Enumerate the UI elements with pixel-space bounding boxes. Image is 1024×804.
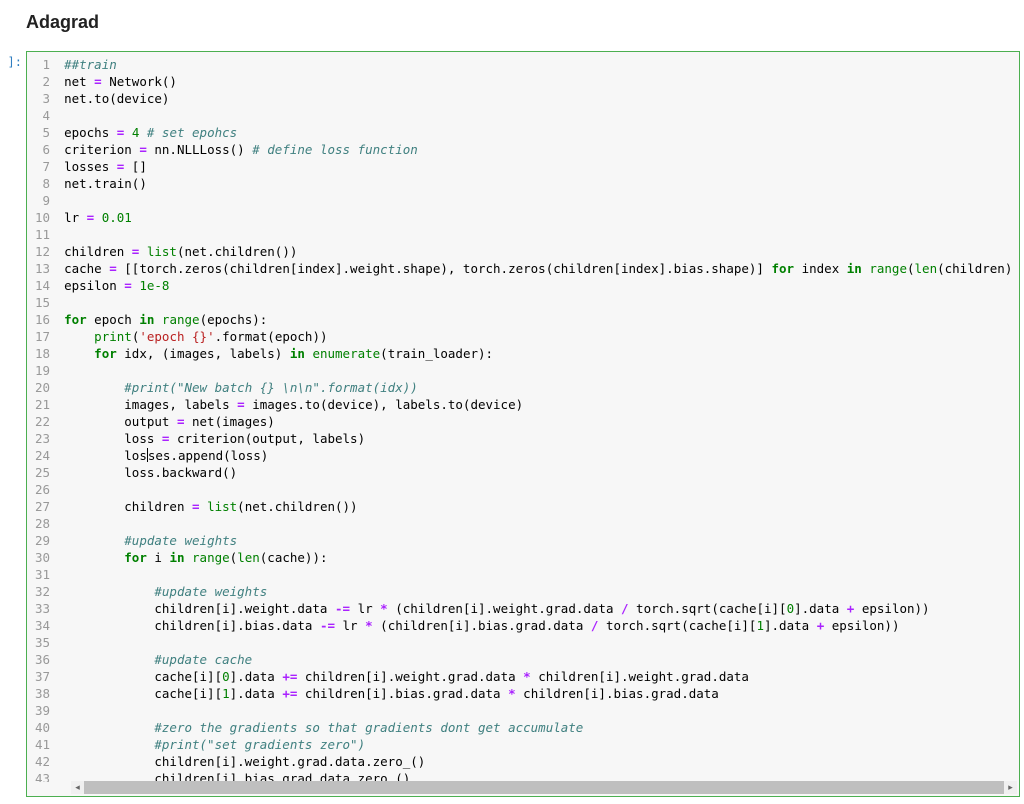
code-line[interactable]: losses.append(loss) (64, 447, 1013, 464)
code-line[interactable]: lr = 0.01 (64, 209, 1013, 226)
code-line[interactable]: children = list(net.children()) (64, 498, 1013, 515)
code-line[interactable]: epsilon = 1e-8 (64, 277, 1013, 294)
line-number: 13 (35, 260, 50, 277)
code-line[interactable]: children[i].bias.data -= lr * (children[… (64, 617, 1013, 634)
code-line[interactable]: net.to(device) (64, 90, 1013, 107)
code-line[interactable]: for i in range(len(cache)): (64, 549, 1013, 566)
line-number: 30 (35, 549, 50, 566)
line-number: 17 (35, 328, 50, 345)
code-line[interactable] (64, 107, 1013, 124)
line-number: 23 (35, 430, 50, 447)
line-number: 14 (35, 277, 50, 294)
line-number: 38 (35, 685, 50, 702)
code-line[interactable]: criterion = nn.NLLLoss() # define loss f… (64, 141, 1013, 158)
code-line[interactable]: print('epoch {}'.format(epoch)) (64, 328, 1013, 345)
line-number-gutter: 1234567891011121314151617181920212223242… (27, 52, 60, 782)
section-heading: Adagrad (26, 12, 1020, 33)
line-number: 11 (35, 226, 50, 243)
code-line[interactable]: cache = [[torch.zeros(children[index].we… (64, 260, 1013, 277)
line-number: 16 (35, 311, 50, 328)
code-line[interactable]: output = net(images) (64, 413, 1013, 430)
line-number: 22 (35, 413, 50, 430)
scrollbar-track[interactable] (84, 781, 1004, 794)
horizontal-scrollbar[interactable]: ◂ ▸ (71, 781, 1017, 794)
code-line[interactable]: #print("New batch {} \n\n".format(idx)) (64, 379, 1013, 396)
line-number: 9 (35, 192, 50, 209)
code-line[interactable]: children[i].weight.grad.data.zero_() (64, 753, 1013, 770)
code-line[interactable]: #update weights (64, 532, 1013, 549)
line-number: 2 (35, 73, 50, 90)
line-number: 19 (35, 362, 50, 379)
line-number: 34 (35, 617, 50, 634)
code-content[interactable]: ##trainnet = Network()net.to(device) epoc… (60, 52, 1019, 782)
code-line[interactable] (64, 294, 1013, 311)
scroll-left-arrow-icon[interactable]: ◂ (71, 781, 84, 794)
cell-prompt: ]: (0, 55, 22, 69)
line-number: 32 (35, 583, 50, 600)
code-line[interactable]: #print("set gradients zero") (64, 736, 1013, 753)
code-line[interactable] (64, 515, 1013, 532)
line-number: 15 (35, 294, 50, 311)
line-number: 18 (35, 345, 50, 362)
line-number: 43 (35, 770, 50, 782)
code-editor[interactable]: 1234567891011121314151617181920212223242… (27, 52, 1019, 782)
code-line[interactable]: cache[i][0].data += children[i].weight.g… (64, 668, 1013, 685)
code-line[interactable] (64, 226, 1013, 243)
code-line[interactable]: children = list(net.children()) (64, 243, 1013, 260)
code-line[interactable] (64, 192, 1013, 209)
code-line[interactable]: #update weights (64, 583, 1013, 600)
code-line[interactable] (64, 566, 1013, 583)
line-number: 40 (35, 719, 50, 736)
line-number: 10 (35, 209, 50, 226)
line-number: 37 (35, 668, 50, 685)
notebook-page: Adagrad ]: 12345678910111213141516171819… (0, 0, 1024, 804)
code-line[interactable]: cache[i][1].data += children[i].bias.gra… (64, 685, 1013, 702)
line-number: 12 (35, 243, 50, 260)
code-line[interactable]: for epoch in range(epochs): (64, 311, 1013, 328)
line-number: 31 (35, 566, 50, 583)
code-line[interactable]: losses = [] (64, 158, 1013, 175)
code-line[interactable]: #zero the gradients so that gradients do… (64, 719, 1013, 736)
line-number: 36 (35, 651, 50, 668)
code-line[interactable]: children[i].weight.data -= lr * (childre… (64, 600, 1013, 617)
code-line[interactable]: ##train (64, 56, 1013, 73)
line-number: 1 (35, 56, 50, 73)
line-number: 5 (35, 124, 50, 141)
code-cell[interactable]: 1234567891011121314151617181920212223242… (26, 51, 1020, 797)
code-line[interactable]: net = Network() (64, 73, 1013, 90)
line-number: 29 (35, 532, 50, 549)
line-number: 28 (35, 515, 50, 532)
line-number: 26 (35, 481, 50, 498)
line-number: 8 (35, 175, 50, 192)
line-number: 33 (35, 600, 50, 617)
line-number: 6 (35, 141, 50, 158)
line-number: 20 (35, 379, 50, 396)
line-number: 35 (35, 634, 50, 651)
code-line[interactable] (64, 634, 1013, 651)
code-line[interactable] (64, 481, 1013, 498)
line-number: 3 (35, 90, 50, 107)
code-line[interactable]: for idx, (images, labels) in enumerate(t… (64, 345, 1013, 362)
line-number: 4 (35, 107, 50, 124)
code-line[interactable]: net.train() (64, 175, 1013, 192)
line-number: 39 (35, 702, 50, 719)
code-line[interactable]: epochs = 4 # set epohcs (64, 124, 1013, 141)
code-line[interactable] (64, 702, 1013, 719)
code-line[interactable] (64, 362, 1013, 379)
line-number: 42 (35, 753, 50, 770)
line-number: 7 (35, 158, 50, 175)
line-number: 24 (35, 447, 50, 464)
code-line[interactable]: images, labels = images.to(device), labe… (64, 396, 1013, 413)
line-number: 21 (35, 396, 50, 413)
code-line[interactable]: loss.backward() (64, 464, 1013, 481)
code-line[interactable]: loss = criterion(output, labels) (64, 430, 1013, 447)
line-number: 25 (35, 464, 50, 481)
code-line[interactable]: #update cache (64, 651, 1013, 668)
line-number: 27 (35, 498, 50, 515)
scroll-right-arrow-icon[interactable]: ▸ (1004, 781, 1017, 794)
code-cell-wrapper: ]: 1234567891011121314151617181920212223… (0, 51, 1020, 797)
line-number: 41 (35, 736, 50, 753)
